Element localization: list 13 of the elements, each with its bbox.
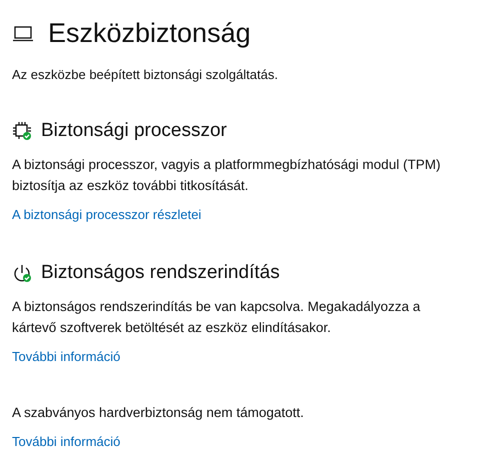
section-heading: Biztonságos rendszerindítás	[41, 262, 280, 284]
laptop-icon	[12, 24, 34, 42]
page-description: Az eszközbe beépített biztonsági szolgáltatás.	[12, 67, 279, 82]
page-title: Eszközbiztonság	[48, 18, 251, 49]
section-description: A biztonságos rendszerindítás be van kapcsolva. Megakadályozza a kártevő szoftverek betöltését az eszköz elindításakor.	[12, 298, 422, 337]
section-heading: Biztonsági processzor	[41, 120, 227, 142]
section-description: A biztonsági processzor, vagyis a platformmegbízhatósági modul (TPM) biztosítja az eszköz további titkosítását.	[12, 156, 442, 195]
chip-check-icon	[12, 121, 32, 141]
power-check-icon	[12, 263, 32, 283]
more-info-link[interactable]: A biztonsági processzor részletei	[12, 207, 202, 222]
more-info-link[interactable]: További információ	[12, 349, 120, 364]
more-info-link[interactable]: További információ	[12, 434, 120, 449]
section-description: A szabványos hardverbiztonság nem támogatott.	[12, 404, 305, 422]
